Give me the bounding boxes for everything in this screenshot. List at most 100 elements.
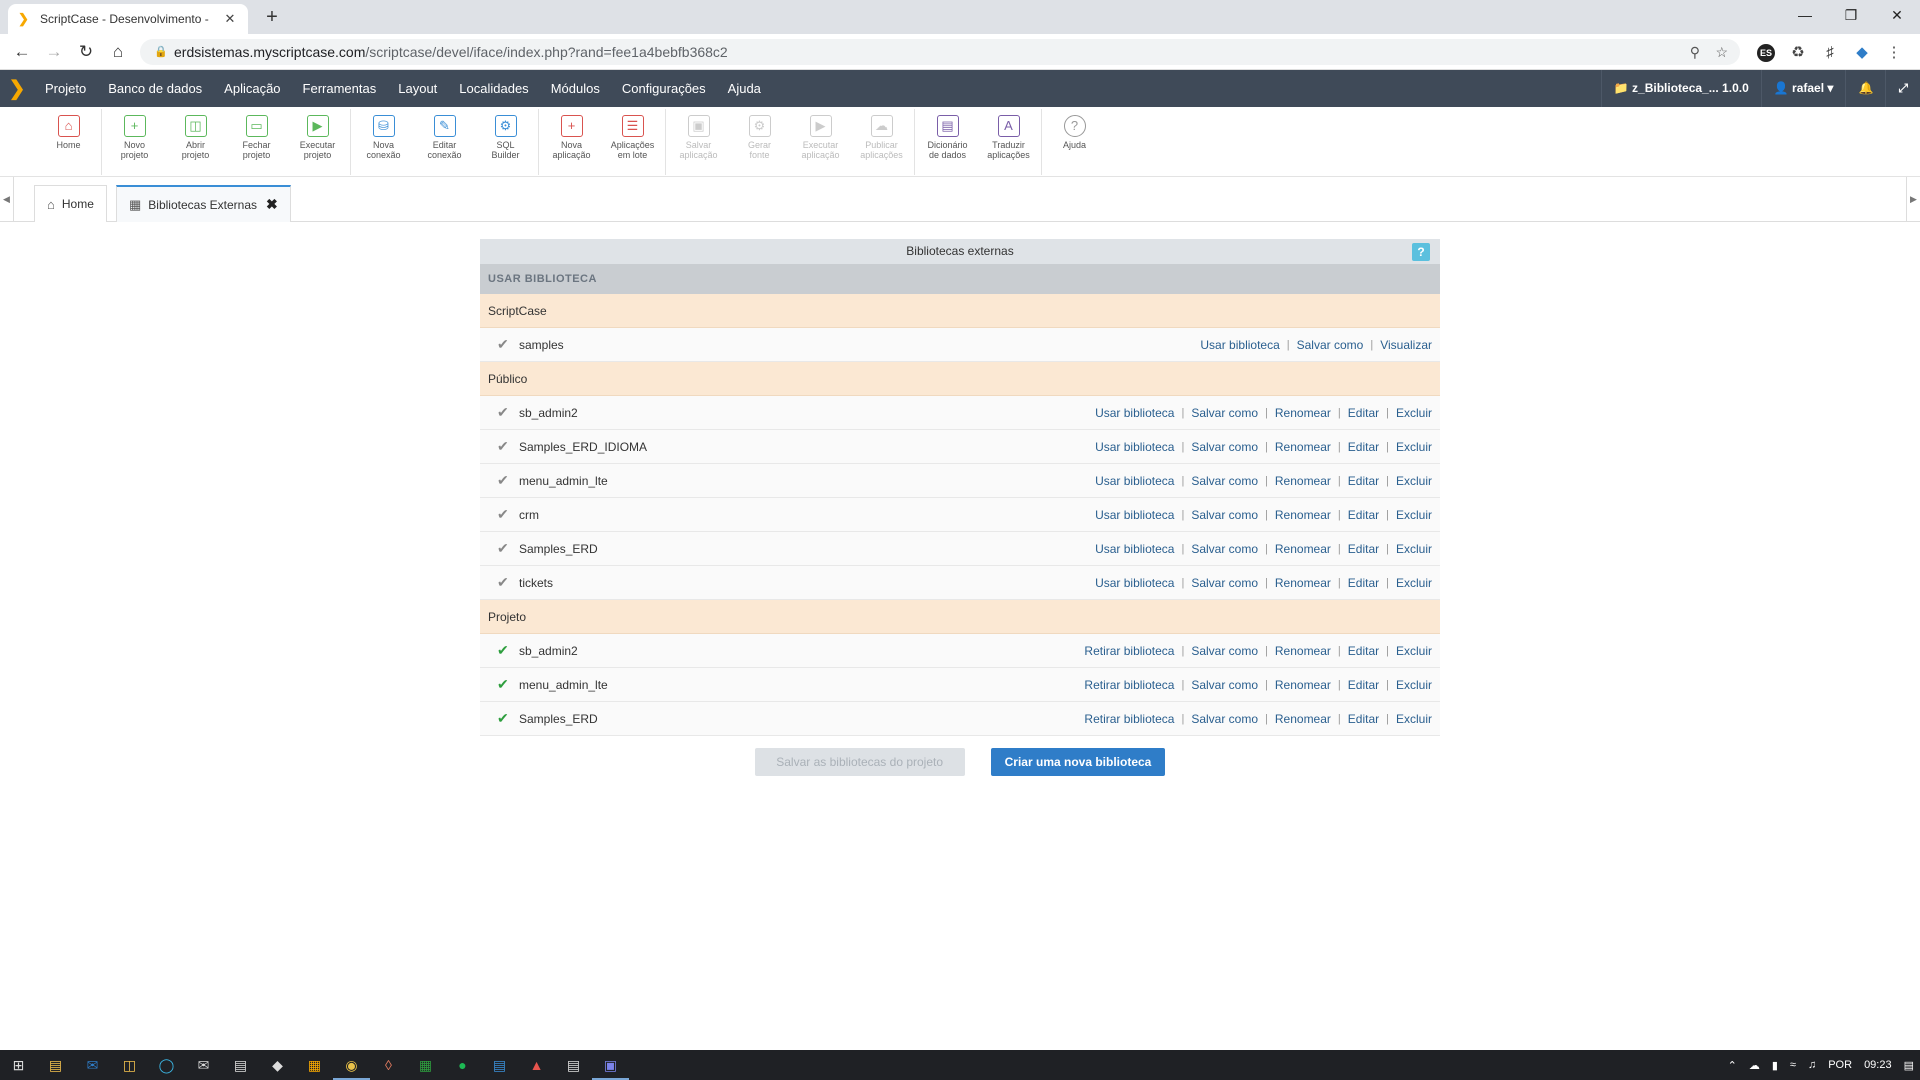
salvar-link[interactable]: Salvar como xyxy=(1191,474,1258,488)
editar-conexao-button[interactable]: ✎ Editar conexão xyxy=(414,109,475,175)
files-icon[interactable]: ▤ xyxy=(555,1050,592,1080)
executar-projeto-button[interactable]: ▶ Executar projeto xyxy=(287,109,348,175)
renomear-link[interactable]: Renomear xyxy=(1275,508,1331,522)
browser-menu-icon[interactable]: ⋮ xyxy=(1878,43,1910,61)
notifications-icon[interactable]: 🔔 xyxy=(1845,70,1885,107)
abrir-projeto-button[interactable]: ◫ Abrir projeto xyxy=(165,109,226,175)
notifications-center-icon[interactable]: ▤ xyxy=(1898,1059,1920,1072)
aplicacoes-em-lote-button[interactable]: ☰ Aplicações em lote xyxy=(602,109,663,175)
mail-icon[interactable]: ✉ xyxy=(185,1050,222,1080)
renomear-link[interactable]: Renomear xyxy=(1275,542,1331,556)
visualizar-link[interactable]: Visualizar xyxy=(1380,338,1432,352)
restore-icon[interactable]: ❐ xyxy=(1828,0,1874,30)
project-selector[interactable]: 📁 z_Biblioteca_... 1.0.0 xyxy=(1600,70,1761,107)
home-icon[interactable]: ⌂ xyxy=(102,34,134,70)
battery-icon[interactable]: ▮ xyxy=(1766,1059,1784,1072)
excluir-link[interactable]: Excluir xyxy=(1396,508,1432,522)
forward-icon[interactable]: → xyxy=(38,34,70,70)
renomear-link[interactable]: Renomear xyxy=(1275,576,1331,590)
editar-link[interactable]: Editar xyxy=(1348,474,1379,488)
editar-link[interactable]: Editar xyxy=(1348,678,1379,692)
usar-link[interactable]: Usar biblioteca xyxy=(1095,542,1174,556)
salvar-link[interactable]: Salvar como xyxy=(1191,576,1258,590)
sublime-icon[interactable]: ▦ xyxy=(296,1050,333,1080)
salvar-link[interactable]: Salvar como xyxy=(1191,508,1258,522)
salvar-link[interactable]: Salvar como xyxy=(1191,712,1258,726)
outlook-icon[interactable]: ✉ xyxy=(74,1050,111,1080)
teams-icon[interactable]: ▣ xyxy=(592,1050,629,1080)
usar-link[interactable]: Usar biblioteca xyxy=(1095,576,1174,590)
menu-ferramentas[interactable]: Ferramentas xyxy=(292,70,388,107)
create-library-button[interactable]: Criar uma nova biblioteca xyxy=(990,748,1166,776)
salvar-link[interactable]: Salvar como xyxy=(1191,406,1258,420)
wifi-icon[interactable]: ≈ xyxy=(1784,1059,1802,1071)
excluir-link[interactable]: Excluir xyxy=(1396,440,1432,454)
cloud-icon[interactable]: ☁ xyxy=(1743,1059,1766,1072)
help-icon[interactable]: ? xyxy=(1412,243,1430,261)
renomear-link[interactable]: Renomear xyxy=(1275,440,1331,454)
retirar-link[interactable]: Retirar biblioteca xyxy=(1084,678,1174,692)
renomear-link[interactable]: Renomear xyxy=(1275,712,1331,726)
fullscreen-icon[interactable]: ⤢ xyxy=(1885,70,1920,107)
editar-link[interactable]: Editar xyxy=(1348,576,1379,590)
excluir-link[interactable]: Excluir xyxy=(1396,576,1432,590)
file-explorer-icon[interactable]: ▤ xyxy=(37,1050,74,1080)
nova-conexao-button[interactable]: ⛁ Nova conexão xyxy=(353,109,414,175)
spotify-icon[interactable]: ● xyxy=(444,1050,481,1080)
executar-aplicacao-button[interactable]: ▶ Executar aplicação xyxy=(790,109,851,175)
sql-builder-button[interactable]: ⚙ SQL Builder xyxy=(475,109,536,175)
traduzir-aplicacoes-button[interactable]: A Traduzir aplicações xyxy=(978,109,1039,175)
editar-link[interactable]: Editar xyxy=(1348,712,1379,726)
scroll-left-icon[interactable]: ◀ xyxy=(0,177,14,222)
ajuda-button[interactable]: ? Ajuda xyxy=(1044,109,1105,175)
excluir-link[interactable]: Excluir xyxy=(1396,542,1432,556)
folder-app-icon[interactable]: ◫ xyxy=(111,1050,148,1080)
save-project-libraries-button[interactable]: Salvar as bibliotecas do projeto xyxy=(754,748,965,776)
menu-localidades[interactable]: Localidades xyxy=(448,70,539,107)
windows-start-icon[interactable]: ⊞ xyxy=(0,1050,37,1080)
app-2-icon[interactable]: ◊ xyxy=(370,1050,407,1080)
excluir-link[interactable]: Excluir xyxy=(1396,406,1432,420)
back-icon[interactable]: ← xyxy=(6,34,38,70)
excluir-link[interactable]: Excluir xyxy=(1396,678,1432,692)
close-tab-icon[interactable]: ✕ xyxy=(222,11,238,27)
chrome-icon[interactable]: ◉ xyxy=(333,1050,370,1080)
usar-link[interactable]: Usar biblioteca xyxy=(1200,338,1279,352)
usar-link[interactable]: Usar biblioteca xyxy=(1095,508,1174,522)
renomear-link[interactable]: Renomear xyxy=(1275,474,1331,488)
novo-projeto-button[interactable]: + Novo projeto xyxy=(104,109,165,175)
excel-icon[interactable]: ▦ xyxy=(407,1050,444,1080)
nova-aplicacao-button[interactable]: + Nova aplicação xyxy=(541,109,602,175)
editar-link[interactable]: Editar xyxy=(1348,406,1379,420)
salvar-link[interactable]: Salvar como xyxy=(1297,338,1364,352)
menu-ajuda[interactable]: Ajuda xyxy=(717,70,772,107)
menu-projeto[interactable]: Projeto xyxy=(34,70,97,107)
salvar-link[interactable]: Salvar como xyxy=(1191,440,1258,454)
usar-link[interactable]: Usar biblioteca xyxy=(1095,440,1174,454)
close-window-icon[interactable]: ✕ xyxy=(1874,0,1920,30)
renomear-link[interactable]: Renomear xyxy=(1275,406,1331,420)
retirar-link[interactable]: Retirar biblioteca xyxy=(1084,712,1174,726)
star-icon[interactable]: ☆ xyxy=(1715,39,1728,65)
scroll-right-icon[interactable]: ▶ xyxy=(1906,177,1920,222)
excluir-link[interactable]: Excluir xyxy=(1396,644,1432,658)
tab-bibliotecas-externas[interactable]: ▦ Bibliotecas Externas ✖ xyxy=(116,185,291,222)
new-tab-button[interactable]: + xyxy=(258,4,286,30)
salvar-link[interactable]: Salvar como xyxy=(1191,644,1258,658)
brave-icon[interactable]: ▲ xyxy=(518,1050,555,1080)
menu-layout[interactable]: Layout xyxy=(387,70,448,107)
user-menu[interactable]: 👤 rafael ▾ xyxy=(1760,70,1846,107)
recycle-icon[interactable]: ♻ xyxy=(1782,43,1814,61)
minimize-icon[interactable]: — xyxy=(1782,0,1828,30)
salvar-link[interactable]: Salvar como xyxy=(1191,678,1258,692)
salvar-link[interactable]: Salvar como xyxy=(1191,542,1258,556)
url-input[interactable]: 🔒 erdsistemas.myscriptcase.com/scriptcas… xyxy=(140,39,1740,65)
scriptcase-extension-icon[interactable]: ◆ xyxy=(1846,43,1878,61)
salvar-aplicacao-button[interactable]: ▣ Salvar aplicação xyxy=(668,109,729,175)
renomear-link[interactable]: Renomear xyxy=(1275,678,1331,692)
chevron-up-icon[interactable]: ⌃ xyxy=(1722,1059,1743,1072)
document-icon[interactable]: ▤ xyxy=(481,1050,518,1080)
tab-home[interactable]: ⌂ Home xyxy=(34,185,107,222)
extension-es-icon[interactable]: ES xyxy=(1750,43,1782,62)
close-tab-icon[interactable]: ✖ xyxy=(266,196,278,213)
